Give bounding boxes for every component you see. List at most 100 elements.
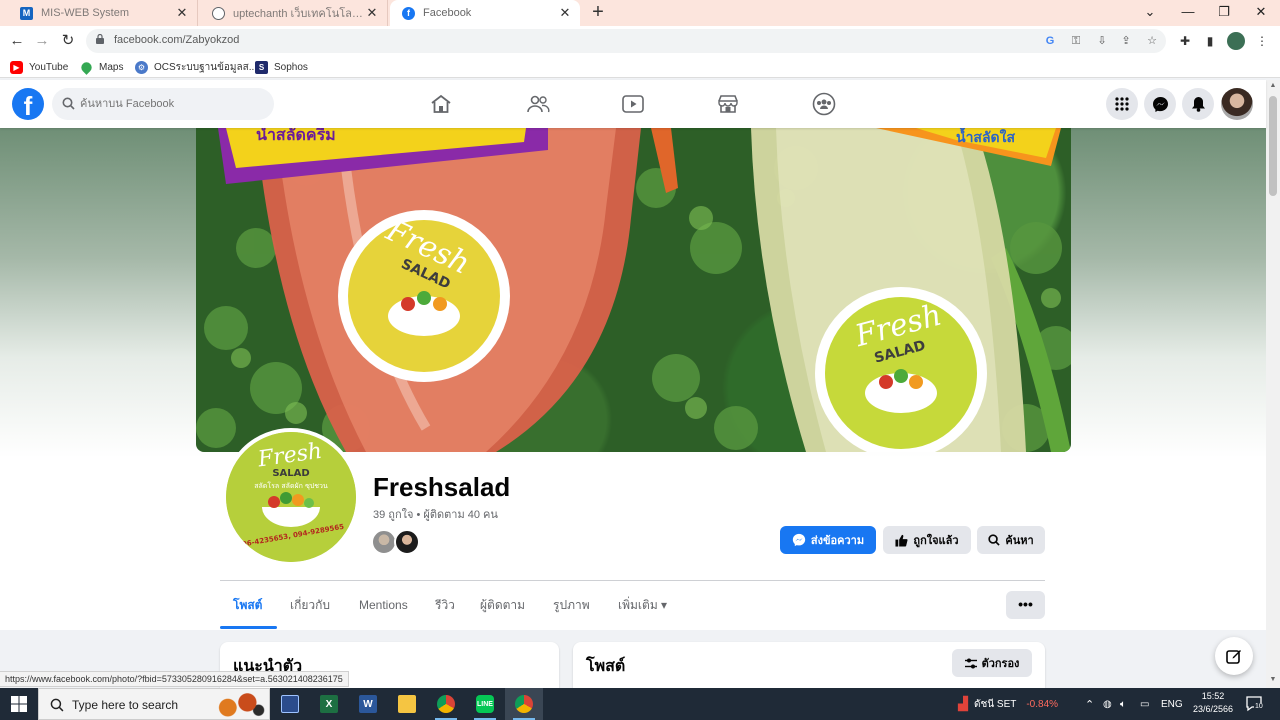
battery-icon[interactable]: ▭	[1140, 688, 1149, 720]
stock-widget[interactable]: ▟ ดัชนี SET -0.84%	[958, 688, 1058, 720]
scroll-up-arrow-icon[interactable]: ▲	[1268, 82, 1278, 89]
chrome-active-app-button[interactable]	[505, 688, 543, 720]
bookmarks-bar: ▶ YouTube Maps ⚙ OCSระบบฐานข้อมูลส... S …	[0, 56, 1280, 78]
google-lens-icon[interactable]: G	[1042, 33, 1058, 49]
browser-tab-mis[interactable]: M MIS-WEB System ✕	[8, 0, 198, 26]
more-options-button[interactable]: •••	[1006, 591, 1045, 619]
tab-followers[interactable]: ผู้ติดตาม	[480, 592, 525, 618]
menu-grid-icon[interactable]	[1106, 88, 1138, 120]
friend-avatar[interactable]	[394, 529, 420, 555]
send-message-button[interactable]: ส่งข้อความ	[780, 526, 876, 554]
share-icon[interactable]: ⇪	[1118, 33, 1134, 49]
facebook-search-box[interactable]	[52, 88, 274, 120]
bookmark-sophos[interactable]: S Sophos	[255, 59, 308, 75]
marketplace-icon[interactable]	[714, 90, 742, 118]
page-stats[interactable]: 39 ถูกใจ • ผู้ติดตาม 40 คน	[373, 505, 498, 523]
account-avatar[interactable]	[1221, 88, 1253, 120]
watch-icon[interactable]	[619, 90, 647, 118]
search-icon	[50, 698, 64, 712]
tab-photos[interactable]: รูปภาพ	[553, 592, 590, 618]
scroll-down-arrow-icon[interactable]: ▼	[1268, 676, 1278, 683]
messenger-icon	[792, 533, 806, 547]
browser-tab-bar: M MIS-WEB System ✕ uptechanth เว็บเทคโนโ…	[0, 0, 1280, 26]
taskbar-clock[interactable]: 15:52 23/6/2566	[1184, 690, 1242, 716]
close-tab-icon[interactable]: ✕	[365, 5, 379, 21]
facebook-search-input[interactable]	[80, 96, 260, 112]
filter-label: ตัวกรอง	[981, 658, 1020, 670]
bookmark-youtube[interactable]: ▶ YouTube	[10, 59, 68, 75]
chrome-app-button[interactable]	[427, 688, 465, 720]
line-icon: LINE	[476, 695, 494, 713]
volume-icon[interactable]: 🔈︎	[1120, 688, 1126, 720]
maps-pin-icon	[79, 59, 94, 75]
show-hidden-icons-chevron-icon[interactable]: ⌃	[1085, 688, 1094, 720]
line-app-button[interactable]: LINE	[466, 688, 504, 720]
bookmark-ocs[interactable]: ⚙ OCSระบบฐานข้อมูลส...	[135, 59, 257, 75]
page-profile-picture[interactable]: Fresh SALAD สลัดโรล สลัดผัก ซุปชวน 096-4…	[222, 428, 360, 566]
excel-app-button[interactable]: X	[310, 688, 348, 720]
stock-down-chart-icon: ▟	[958, 696, 968, 711]
network-icon[interactable]: ◍	[1103, 688, 1112, 720]
file-explorer-button[interactable]	[388, 688, 426, 720]
bookmark-maps[interactable]: Maps	[79, 59, 123, 75]
liked-button[interactable]: ถูกใจแล้ว	[883, 526, 971, 554]
profile-avatar-icon[interactable]	[1227, 32, 1245, 50]
groups-icon[interactable]	[810, 90, 838, 118]
back-arrow-icon[interactable]: ←	[7, 31, 27, 51]
active-tab-indicator	[220, 626, 277, 629]
start-button[interactable]	[0, 688, 38, 720]
forward-arrow-icon[interactable]: →	[32, 31, 52, 51]
tab-title: MIS-WEB System	[41, 7, 130, 19]
tab-posts[interactable]: โพสต์	[233, 592, 262, 618]
taskbar-search-placeholder: Type here to search	[72, 698, 179, 712]
close-tab-icon[interactable]: ✕	[175, 5, 189, 21]
lock-icon	[96, 34, 104, 44]
facebook-logo-icon[interactable]: f	[12, 88, 44, 120]
close-tab-icon[interactable]: ✕	[558, 5, 572, 21]
stock-change: -0.84%	[1026, 698, 1059, 710]
tab-search-chevron-icon[interactable]: ⌄	[1132, 0, 1168, 26]
scrollbar-thumb[interactable]	[1269, 96, 1277, 196]
notification-center-icon[interactable]: 10	[1245, 695, 1264, 713]
tab-reviews[interactable]: รีวิว	[435, 592, 455, 618]
send-message-label: ส่งข้อความ	[810, 535, 865, 547]
notifications-icon[interactable]	[1182, 88, 1214, 120]
page-scrollbar[interactable]: ▲ ▼	[1266, 80, 1280, 688]
new-message-button[interactable]	[1215, 637, 1253, 675]
install-app-icon[interactable]: ⇩	[1094, 33, 1110, 49]
sophos-icon: S	[255, 60, 268, 74]
file-explorer-icon	[398, 695, 416, 713]
messenger-icon[interactable]	[1144, 88, 1176, 120]
browser-tab-uptech[interactable]: uptechanth เว็บเทคโนโลยีใหม่ ลูกค้า ✕	[200, 0, 388, 26]
minimize-icon[interactable]: —	[1170, 0, 1206, 26]
filter-button[interactable]: ตัวกรอง	[952, 649, 1032, 677]
search-page-button[interactable]: ค้นหา	[977, 526, 1045, 554]
tab-title: Facebook	[423, 7, 472, 19]
cover-photo[interactable]: น้ำสลัดครีม น้ำสลัดใส Fresh SALAD Fresh …	[196, 128, 1071, 452]
chrome-menu-icon[interactable]: ⋮	[1253, 32, 1271, 50]
filter-sliders-icon	[964, 658, 977, 668]
butterfly-search-highlight-icon	[211, 692, 267, 718]
new-tab-plus-icon[interactable]: +	[588, 2, 608, 22]
address-bar[interactable]: facebook.com/Zabyokzod G ⚿ ⇩ ⇪ ☆	[86, 29, 1166, 53]
reload-icon[interactable]: ↻	[58, 31, 78, 51]
browser-tab-facebook[interactable]: f Facebook ✕	[390, 0, 580, 26]
maximize-icon[interactable]: ❐	[1206, 0, 1242, 26]
friends-icon[interactable]	[524, 90, 552, 118]
close-window-icon[interactable]: ✕	[1243, 0, 1279, 26]
tab-more[interactable]: เพิ่มเติม ▾	[618, 592, 667, 618]
task-view-button[interactable]	[271, 688, 309, 720]
bookmark-star-icon[interactable]: ☆	[1144, 33, 1160, 49]
home-icon[interactable]	[427, 90, 455, 118]
bookmark-label: Sophos	[274, 61, 308, 73]
browser-status-url: https://www.facebook.com/photo/?fbid=573…	[0, 671, 349, 687]
tab-mentions[interactable]: Mentions	[359, 592, 408, 618]
taskbar-search-box[interactable]: Type here to search	[38, 688, 270, 720]
side-panel-icon[interactable]: ▮	[1201, 32, 1219, 50]
password-key-icon[interactable]: ⚿	[1068, 33, 1084, 49]
language-indicator[interactable]: ENG	[1161, 688, 1183, 720]
tab-about[interactable]: เกี่ยวกับ	[290, 592, 330, 618]
extensions-puzzle-icon[interactable]: ✚	[1176, 32, 1194, 50]
profile-divider	[220, 580, 1045, 581]
word-app-button[interactable]: W	[349, 688, 387, 720]
